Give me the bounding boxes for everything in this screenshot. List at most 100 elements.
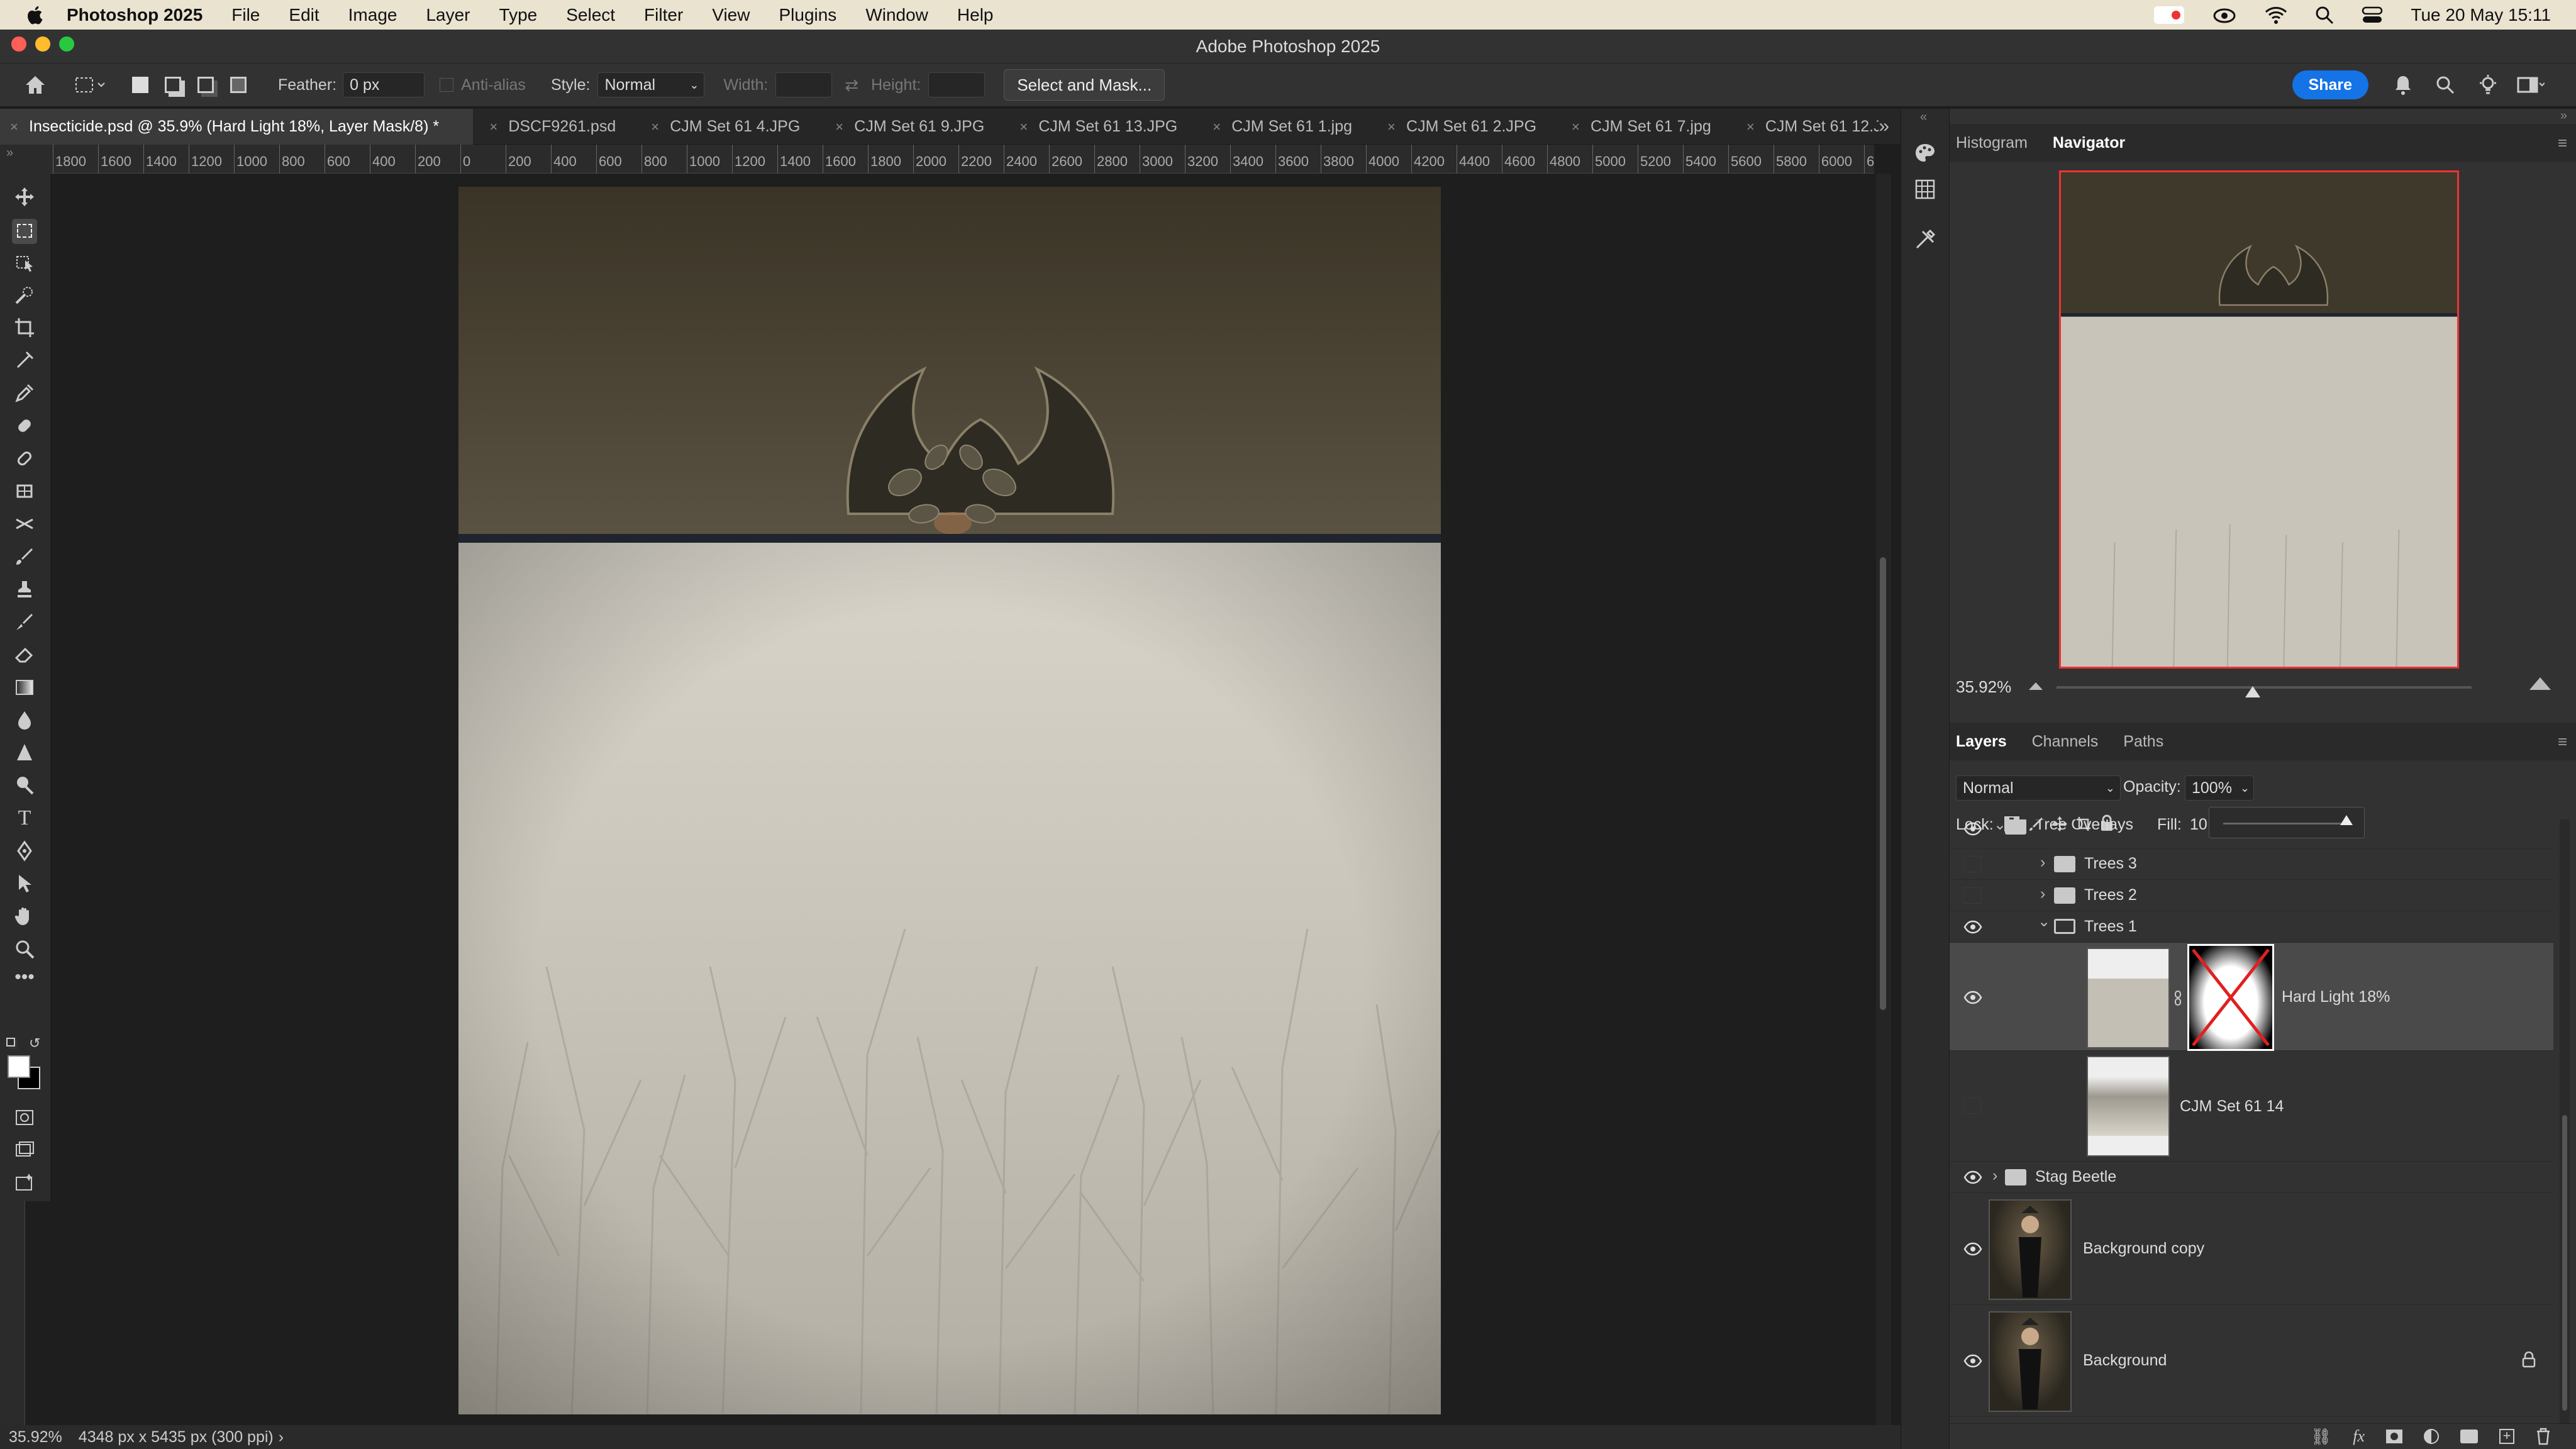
layer-thumbnail[interactable] — [1989, 1199, 2072, 1300]
workspace-layout-icon[interactable] — [2517, 75, 2545, 94]
move-tool-icon[interactable] — [14, 186, 35, 208]
chevron-down-icon[interactable]: ⌄ — [2038, 913, 2050, 931]
sharpen-tool-icon[interactable] — [14, 742, 35, 763]
layer-background-copy[interactable]: Background copy — [1950, 1193, 2553, 1305]
menu-filter[interactable]: Filter — [644, 5, 683, 25]
tab-cjm-13[interactable]: × CJM Set 61 13.JPG — [1003, 109, 1196, 145]
layer-tree-overlays[interactable]: ⌄ Tree Overlays — [1950, 819, 2553, 848]
discover-lightbulb-icon[interactable] — [2478, 74, 2498, 96]
tab-paths[interactable]: Paths — [2111, 723, 2176, 760]
menu-image[interactable]: Image — [348, 5, 397, 25]
foreground-color-swatch[interactable] — [8, 1055, 30, 1078]
close-tab-icon[interactable]: × — [1746, 109, 1755, 145]
rectangular-marquee-tool-icon[interactable] — [12, 219, 37, 244]
object-selection-tool-icon[interactable] — [14, 252, 35, 273]
layer-trees2[interactable]: › Trees 2 — [1950, 880, 2553, 911]
fx-layer-style-icon[interactable]: fx — [2353, 1427, 2365, 1446]
new-group-icon[interactable] — [2460, 1430, 2478, 1443]
menu-plugins[interactable]: Plugins — [779, 5, 836, 25]
quick-selection-tool-icon[interactable] — [14, 284, 35, 306]
search-icon[interactable] — [2435, 75, 2455, 95]
navigator-zoom-slider-thumb[interactable] — [2245, 686, 2260, 697]
select-and-mask-button[interactable]: Select and Mask... — [1004, 69, 1165, 101]
selection-subtract-icon[interactable] — [197, 77, 214, 93]
quick-mask-icon[interactable] — [14, 1107, 35, 1128]
document-canvas[interactable] — [458, 187, 1441, 1414]
adjustments-tools-icon[interactable] — [1914, 228, 1936, 251]
layer-trees3[interactable]: › Trees 3 — [1950, 848, 2553, 880]
share-button[interactable]: Share — [2292, 70, 2368, 99]
spot-healing-brush-tool-icon[interactable] — [14, 415, 35, 436]
tab-cjm-9[interactable]: × CJM Set 61 9.JPG — [819, 109, 1003, 145]
tab-cjm-1[interactable]: × CJM Set 61 1.jpg — [1196, 109, 1371, 145]
pen-tool-icon[interactable] — [14, 840, 35, 862]
height-input[interactable] — [928, 72, 985, 97]
close-tab-icon[interactable]: × — [1572, 109, 1580, 145]
swap-dimensions-icon[interactable]: ⇄ — [845, 75, 858, 95]
panel-collapse-icon[interactable]: » — [2560, 109, 2567, 123]
panel-menu-icon[interactable]: ≡ — [2558, 732, 2567, 752]
selection-intersect-icon[interactable] — [230, 77, 247, 93]
tab-dscf9261[interactable]: × DSCF9261.psd — [473, 109, 635, 145]
tab-cjm-12[interactable]: × CJM Set 61 12.J — [1730, 109, 1879, 145]
layer-mask-thumbnail[interactable] — [2187, 944, 2274, 1051]
status-doc-info[interactable]: 4348 px x 5435 px (300 ppi) — [79, 1425, 274, 1449]
swap-colors-icon[interactable]: ↺ — [29, 1035, 40, 1052]
wifi-icon[interactable] — [2265, 6, 2287, 25]
menu-file[interactable]: File — [231, 5, 260, 25]
tab-layers[interactable]: Layers — [1950, 723, 2019, 760]
zoom-out-mountain-icon[interactable] — [2028, 680, 2044, 691]
layer-thumbnail[interactable] — [2087, 948, 2170, 1048]
maximize-window-button[interactable] — [59, 36, 74, 52]
chevron-right-icon[interactable]: › — [2040, 885, 2045, 903]
tabs-overflow-chevron-icon[interactable]: » — [1879, 116, 1889, 137]
minimize-window-button[interactable] — [35, 36, 50, 52]
control-center-icon[interactable] — [2362, 6, 2383, 25]
zoom-in-mountain-icon[interactable] — [2528, 675, 2552, 691]
recording-icon[interactable] — [2154, 6, 2185, 24]
color-palette-icon[interactable] — [1914, 142, 1936, 164]
visibility-toggle-empty[interactable] — [1963, 887, 1981, 904]
status-zoom[interactable]: 35.92% — [9, 1425, 62, 1449]
vertical-scroll-thumb[interactable] — [1880, 557, 1886, 1010]
gradient-tool-icon[interactable] — [14, 677, 35, 698]
close-tab-icon[interactable]: × — [489, 109, 497, 145]
style-select[interactable]: Normal ⌄ — [597, 72, 705, 97]
layers-scrollbar[interactable] — [2560, 819, 2570, 1423]
panel-collapse-icon[interactable]: « — [1920, 110, 1927, 125]
notifications-bell-icon[interactable] — [2394, 74, 2412, 96]
close-tab-icon[interactable]: × — [651, 109, 659, 145]
tab-cjm-4[interactable]: × CJM Set 61 4.JPG — [635, 109, 819, 145]
apple-icon[interactable] — [25, 4, 47, 26]
vertical-scrollbar[interactable] — [1876, 174, 1891, 1425]
frame-tool-icon[interactable] — [14, 350, 35, 371]
layer-background[interactable]: Background — [1950, 1305, 2553, 1417]
opacity-input[interactable]: 100% ⌄ — [2185, 775, 2254, 801]
clone-stamp-tool-icon[interactable] — [14, 579, 35, 600]
path-selection-tool-icon[interactable] — [14, 873, 35, 894]
type-tool-icon[interactable]: T — [14, 808, 35, 829]
panel-collapse-icon[interactable]: » — [6, 146, 13, 160]
navigator-zoom[interactable]: 35.92% — [1956, 677, 2011, 697]
patch-tool-icon[interactable] — [14, 480, 35, 502]
eyedropper-tool-icon[interactable] — [14, 382, 35, 404]
visibility-toggle-empty[interactable] — [1963, 856, 1981, 872]
visibility-toggle-empty[interactable] — [1963, 1097, 1981, 1114]
layer-trees1[interactable]: ⌄ Trees 1 — [1950, 911, 2553, 943]
menu-view[interactable]: View — [712, 5, 750, 25]
menu-window[interactable]: Window — [865, 5, 928, 25]
brush-tool-icon[interactable] — [14, 546, 35, 567]
close-window-button[interactable] — [11, 36, 26, 52]
close-tab-icon[interactable]: × — [835, 109, 843, 145]
visibility-eye-icon[interactable] — [1963, 1352, 1982, 1370]
panel-menu-icon[interactable]: ≡ — [2558, 133, 2567, 153]
dodge-tool-icon[interactable] — [14, 775, 35, 796]
tab-navigator[interactable]: Navigator — [2040, 124, 2138, 162]
tab-histogram[interactable]: Histogram — [1950, 124, 2040, 162]
chevron-right-icon[interactable]: › — [1992, 1167, 1997, 1185]
menu-type[interactable]: Type — [499, 5, 538, 25]
layer-cjm-set-61-14[interactable]: CJM Set 61 14 — [1950, 1051, 2553, 1162]
visibility-eye-icon[interactable] — [1963, 988, 1982, 1007]
close-tab-icon[interactable]: × — [1387, 109, 1396, 145]
marquee-tool-preset-icon[interactable] — [74, 75, 107, 94]
